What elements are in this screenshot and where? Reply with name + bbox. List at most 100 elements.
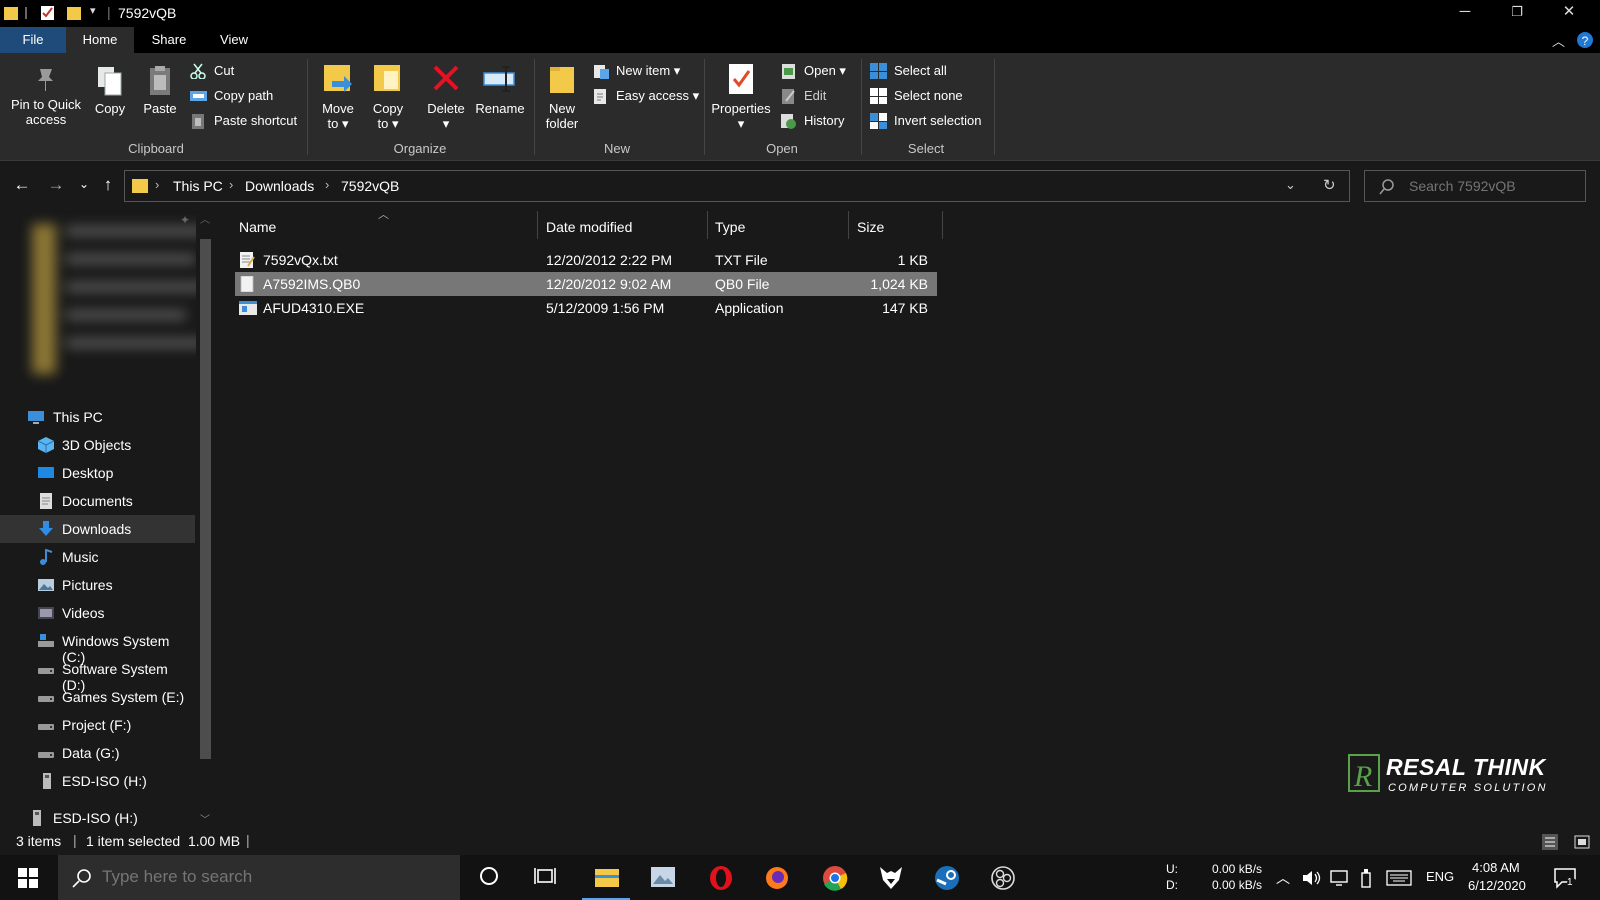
taskbar-search-box[interactable] xyxy=(58,855,460,900)
tab-home[interactable]: Home xyxy=(66,27,134,53)
new-item-button[interactable]: New item ▾ xyxy=(592,61,680,81)
breadcrumb-downloads[interactable]: Downloads xyxy=(245,178,314,194)
copy-to-button[interactable]: Copy to ▾ xyxy=(366,61,410,131)
invert-selection-button[interactable]: Invert selection xyxy=(870,111,981,131)
new-folder-icon[interactable] xyxy=(66,4,82,22)
steam-taskbar-button[interactable] xyxy=(918,855,974,900)
chevron-right-icon[interactable]: › xyxy=(325,177,329,192)
nav-item-videos[interactable]: Videos xyxy=(0,599,195,627)
history-button[interactable]: History xyxy=(780,111,844,131)
task-view-button[interactable] xyxy=(518,855,574,900)
recent-locations-icon[interactable]: ⌄ xyxy=(74,177,94,191)
nav-item-drive-f[interactable]: Project (F:) xyxy=(0,711,195,739)
column-separator[interactable] xyxy=(707,211,708,239)
large-icons-view-icon[interactable] xyxy=(1574,834,1590,850)
nav-pane-scrollbar[interactable]: ︿ ﹀ xyxy=(196,209,215,829)
properties-icon[interactable] xyxy=(40,4,56,22)
up-arrow-icon[interactable]: ↑ xyxy=(98,175,118,195)
usb-device-icon[interactable] xyxy=(1360,868,1372,888)
nav-item-drive-h[interactable]: ESD-ISO (H:) xyxy=(0,767,195,795)
tab-share[interactable]: Share xyxy=(140,27,198,53)
photos-taskbar-button[interactable] xyxy=(634,855,690,900)
column-separator[interactable] xyxy=(942,211,943,239)
properties-button[interactable]: Properties ▾ xyxy=(708,61,774,131)
edit-button[interactable]: Edit xyxy=(780,86,826,106)
collapse-ribbon-icon[interactable]: ︿ xyxy=(1552,31,1565,50)
nav-item-drive-c[interactable]: Windows System (C:) xyxy=(0,627,195,665)
nav-item-drive-g[interactable]: Data (G:) xyxy=(0,739,195,767)
nav-item-3d-objects[interactable]: 3D Objects xyxy=(0,431,195,459)
column-separator[interactable] xyxy=(537,211,538,239)
keyboard-icon[interactable] xyxy=(1386,870,1412,886)
nav-item-pictures[interactable]: Pictures xyxy=(0,571,195,599)
chrome-taskbar-button[interactable] xyxy=(806,855,862,900)
column-header-name[interactable]: Name xyxy=(239,219,276,235)
easy-access-button[interactable]: Easy access ▾ xyxy=(592,86,699,106)
move-to-button[interactable]: Move to ▾ xyxy=(316,61,360,131)
new-folder-button[interactable]: New folder xyxy=(540,61,584,131)
file-explorer-taskbar-button[interactable] xyxy=(578,855,634,900)
volume-icon[interactable] xyxy=(1302,869,1322,887)
file-row[interactable]: AFUD4310.EXE 5/12/2009 1:56 PM Applicati… xyxy=(235,296,937,320)
fox-app-taskbar-button[interactable] xyxy=(862,855,918,900)
forward-arrow-icon[interactable]: → xyxy=(46,175,66,195)
nav-item-documents[interactable]: Documents xyxy=(0,487,195,515)
minimize-button[interactable]: ─ xyxy=(1442,0,1488,25)
search-box[interactable] xyxy=(1364,170,1586,202)
pin-to-quick-access-button[interactable]: Pin to Quick access xyxy=(6,65,86,127)
nav-item-drive-d[interactable]: Software System (D:) xyxy=(0,655,195,693)
scroll-up-icon[interactable]: ︿ xyxy=(200,211,210,226)
notification-center-icon[interactable] xyxy=(1554,867,1578,889)
tab-file[interactable]: File xyxy=(0,27,66,53)
show-hidden-icons-icon[interactable]: ︿ xyxy=(1276,868,1290,888)
chevron-right-icon[interactable]: › xyxy=(229,177,233,192)
cortana-button[interactable] xyxy=(462,855,518,900)
paste-shortcut-button[interactable]: Paste shortcut xyxy=(190,111,297,131)
nav-item-downloads[interactable]: Downloads xyxy=(0,515,195,543)
file-row-selected[interactable]: A7592IMS.QB0 12/20/2012 9:02 AM QB0 File… xyxy=(235,272,937,296)
nav-item-drive-e[interactable]: Games System (E:) xyxy=(0,683,195,711)
select-all-button[interactable]: Select all xyxy=(870,61,947,81)
windows-start-icon[interactable] xyxy=(18,868,38,888)
address-dropdown-icon[interactable]: ⌄ xyxy=(1285,177,1296,193)
breadcrumb-7592vqb[interactable]: 7592vQB xyxy=(341,178,399,194)
tab-view[interactable]: View xyxy=(206,27,262,53)
details-view-icon[interactable] xyxy=(1542,834,1558,850)
cut-button[interactable]: Cut xyxy=(190,61,234,81)
refresh-icon[interactable]: ↻ xyxy=(1323,176,1336,194)
help-icon[interactable]: ? xyxy=(1576,31,1594,49)
column-separator[interactable] xyxy=(848,211,849,239)
nav-item-music[interactable]: Music xyxy=(0,543,195,571)
address-bar[interactable]: › This PC › Downloads › 7592vQB ⌄ ↻ xyxy=(124,170,1350,202)
copy-button[interactable]: Copy xyxy=(90,65,130,116)
scroll-down-icon[interactable]: ﹀ xyxy=(200,811,210,826)
column-header-date[interactable]: Date modified xyxy=(546,219,632,235)
nav-item-this-pc[interactable]: This PC xyxy=(0,403,195,431)
search-input[interactable] xyxy=(1409,178,1579,194)
firefox-taskbar-button[interactable] xyxy=(748,855,804,900)
opera-taskbar-button[interactable] xyxy=(692,855,748,900)
close-button[interactable]: ✕ xyxy=(1546,0,1592,25)
rename-button[interactable]: Rename xyxy=(472,61,528,116)
customize-quick-access-icon[interactable]: ▾ xyxy=(90,4,96,17)
select-none-button[interactable]: Select none xyxy=(870,86,963,106)
delete-button[interactable]: Delete ▾ xyxy=(424,61,468,131)
restore-button[interactable]: ❐ xyxy=(1494,0,1540,25)
copy-path-button[interactable]: Copy path xyxy=(190,86,273,106)
column-header-size[interactable]: Size xyxy=(857,219,884,235)
breadcrumb-this-pc[interactable]: This PC xyxy=(173,178,223,194)
file-row[interactable]: 7592vQx.txt 12/20/2012 2:22 PM TXT File … xyxy=(235,248,937,272)
language-indicator[interactable]: ENG xyxy=(1426,869,1454,884)
back-arrow-icon[interactable]: ← xyxy=(12,175,32,195)
column-header-type[interactable]: Type xyxy=(715,219,745,235)
paste-button[interactable]: Paste xyxy=(139,65,181,116)
obs-taskbar-button[interactable] xyxy=(974,855,1030,900)
nav-item-drive-h-root[interactable]: ESD-ISO (H:) xyxy=(0,804,195,832)
nav-item-desktop[interactable]: Desktop xyxy=(0,459,195,487)
network-icon[interactable] xyxy=(1330,869,1350,887)
taskbar-search-input[interactable] xyxy=(102,867,442,887)
scrollbar-thumb[interactable] xyxy=(200,239,211,759)
open-button[interactable]: Open ▾ xyxy=(780,61,846,81)
clock-date[interactable]: 6/12/2020 xyxy=(1468,878,1526,893)
clock-time[interactable]: 4:08 AM xyxy=(1472,860,1520,875)
